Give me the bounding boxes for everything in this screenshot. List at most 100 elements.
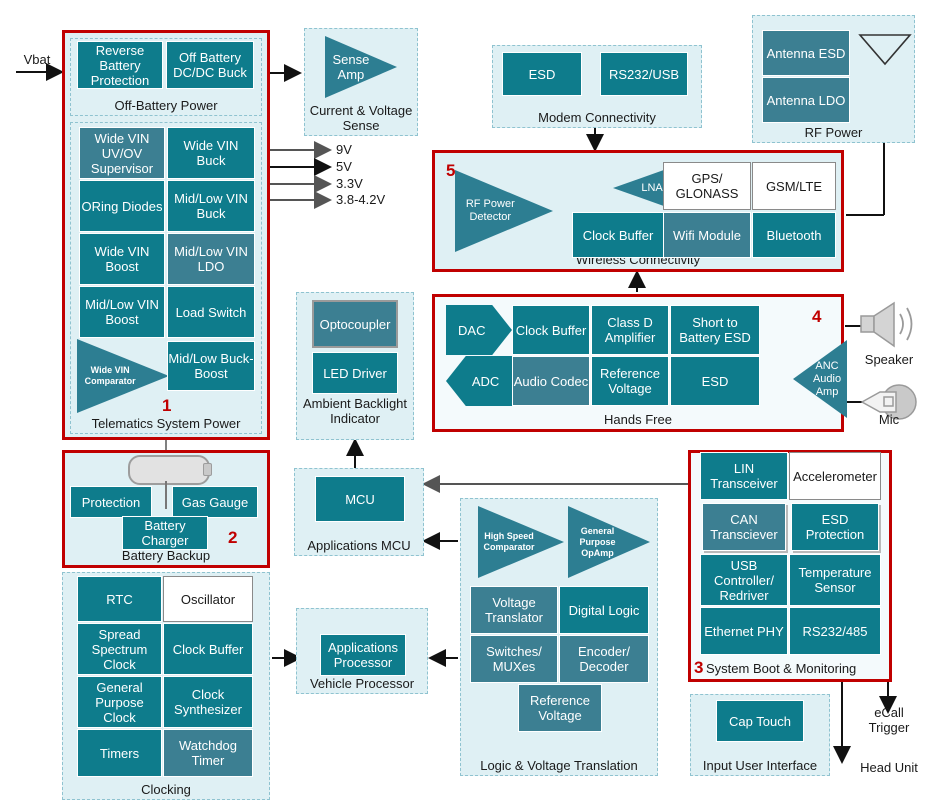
- block-clock-buffer-wireless[interactable]: Clock Buffer: [572, 212, 664, 258]
- block-antenna-ldo[interactable]: Antenna LDO: [762, 77, 850, 123]
- amp-wide-vin-comparator-label: Wide VIN Comparator: [84, 365, 136, 386]
- block-watchdog-timer[interactable]: Watchdog Timer: [163, 729, 253, 777]
- speaker-icon: [860, 301, 913, 348]
- block-wide-vin-uv-ov-supervisor[interactable]: Wide VIN UV/OV Supervisor: [79, 127, 165, 179]
- group-off-battery-power-label: Off-Battery Power: [114, 98, 218, 113]
- block-battery-charger[interactable]: Battery Charger: [122, 516, 208, 550]
- block-adc-label: ADC: [471, 373, 500, 389]
- amp-sense-amp[interactable]: Sense Amp: [325, 36, 397, 98]
- block-applications-processor[interactable]: Applications Processor: [320, 634, 406, 676]
- telematics-block-diagram: Vbat Off-Battery Power Reverse Battery P…: [0, 0, 927, 811]
- group-clocking-label: Clocking: [141, 782, 191, 797]
- block-encoder-decoder[interactable]: Encoder/ Decoder: [559, 635, 649, 683]
- block-reference-voltage-logic[interactable]: Reference Voltage: [518, 684, 602, 732]
- rail-label-9v: 9V: [336, 142, 352, 157]
- block-clock-buffer-clocking[interactable]: Clock Buffer: [163, 623, 253, 675]
- amp-wide-vin-comparator[interactable]: Wide VIN Comparator: [77, 339, 169, 413]
- block-rs232-485[interactable]: RS232/485: [789, 607, 881, 655]
- block-esd-handsfree[interactable]: ESD: [670, 356, 760, 406]
- amp-anc-audio-amp[interactable]: ANC Audio Amp: [793, 340, 847, 418]
- amp-general-purpose-opamp[interactable]: General Purpose OpAmp: [568, 506, 650, 578]
- marker-number-3: 3: [694, 658, 704, 677]
- block-voltage-translator[interactable]: Voltage Translator: [470, 586, 558, 634]
- rail-label-3v3: 3.3V: [336, 176, 363, 191]
- group-vehicle-processor-label: Vehicle Processor: [309, 676, 415, 691]
- amp-general-purpose-opamp-label: General Purpose OpAmp: [579, 525, 616, 558]
- block-mid-low-vin-boost[interactable]: Mid/Low VIN Boost: [79, 286, 165, 338]
- marker-number-4: 4: [812, 307, 822, 326]
- amp-rf-power-detector[interactable]: RF Power Detector: [455, 170, 553, 252]
- amp-high-speed-comparator[interactable]: High Speed Comparator: [478, 506, 564, 578]
- block-usb-controller-redriver[interactable]: USB Controller/ Redriver: [700, 554, 788, 606]
- block-class-d-amplifier[interactable]: Class D Amplifier: [591, 305, 669, 355]
- block-timers[interactable]: Timers: [77, 729, 162, 777]
- block-lin-transceiver[interactable]: LIN Transceiver: [700, 452, 788, 500]
- block-rs232-usb[interactable]: RS232/USB: [600, 52, 688, 96]
- block-oscillator[interactable]: Oscillator: [163, 576, 253, 622]
- marker-number-2: 2: [228, 528, 238, 547]
- amp-anc-audio-amp-label: ANC Audio Amp: [812, 359, 842, 398]
- block-wifi-module[interactable]: Wifi Module: [663, 212, 751, 258]
- block-temperature-sensor[interactable]: Temperature Sensor: [789, 554, 881, 606]
- block-gps-glonass[interactable]: GPS/ GLONASS: [663, 162, 751, 210]
- block-wide-vin-boost[interactable]: Wide VIN Boost: [79, 233, 165, 285]
- block-accelerometer[interactable]: Accelerometer: [789, 452, 881, 500]
- battery-cell-icon: [128, 455, 210, 485]
- block-ethernet-phy[interactable]: Ethernet PHY: [700, 607, 788, 655]
- block-oring-diodes[interactable]: ORing Diodes: [79, 180, 165, 232]
- group-hands-free-label: Hands Free: [604, 412, 672, 427]
- amp-rf-power-detector-label: RF Power Detector: [465, 198, 515, 223]
- block-mid-low-vin-ldo[interactable]: Mid/Low VIN LDO: [167, 233, 255, 285]
- block-audio-codec[interactable]: Audio Codec: [512, 356, 590, 406]
- block-dac-label: DAC: [458, 322, 486, 338]
- block-esd-modem[interactable]: ESD: [502, 52, 582, 96]
- block-spread-spectrum-clock[interactable]: Spread Spectrum Clock: [77, 623, 162, 675]
- block-gsm-lte[interactable]: GSM/LTE: [752, 162, 836, 210]
- group-system-boot-label: System Boot & Monitoring: [706, 661, 857, 676]
- block-bluetooth[interactable]: Bluetooth: [752, 212, 836, 258]
- group-applications-mcu-label: Applications MCU: [307, 538, 411, 553]
- block-digital-logic[interactable]: Digital Logic: [559, 586, 649, 634]
- block-clock-synthesizer[interactable]: Clock Synthesizer: [163, 676, 253, 728]
- group-input-user-interface-label: Input User Interface: [702, 758, 818, 773]
- speaker-label: Speaker: [864, 352, 914, 367]
- block-adc[interactable]: ADC: [446, 356, 512, 406]
- group-current-voltage-sense-label: Current & Voltage Sense: [309, 103, 413, 133]
- battery-connector-line: [165, 481, 167, 509]
- block-mcu[interactable]: MCU: [315, 476, 405, 522]
- block-switches-muxes[interactable]: Switches/ MUXes: [470, 635, 558, 683]
- battery-terminal-icon: [203, 463, 212, 476]
- rail-label-38-42v: 3.8-4.2V: [336, 192, 386, 207]
- block-mid-low-vin-buck[interactable]: Mid/Low VIN Buck: [167, 180, 255, 232]
- block-dac[interactable]: DAC: [446, 305, 512, 355]
- block-short-to-battery-esd[interactable]: Short to Battery ESD: [670, 305, 760, 355]
- block-protection[interactable]: Protection: [70, 486, 152, 518]
- group-ambient-backlight-label: Ambient Backlight Indicator: [302, 396, 408, 426]
- group-rf-power-label: RF Power: [804, 125, 863, 140]
- block-off-battery-dcdc-buck[interactable]: Off Battery DC/DC Buck: [166, 41, 254, 89]
- block-cap-touch[interactable]: Cap Touch: [716, 700, 804, 742]
- block-mid-low-buck-boost[interactable]: Mid/Low Buck-Boost: [167, 341, 255, 391]
- block-led-driver[interactable]: LED Driver: [312, 352, 398, 394]
- block-general-purpose-clock[interactable]: General Purpose Clock: [77, 676, 162, 728]
- amp-lna-label: LNA: [641, 181, 663, 194]
- block-rtc[interactable]: RTC: [77, 576, 162, 622]
- group-modem-connectivity-label: Modem Connectivity: [538, 110, 656, 125]
- block-reverse-battery-protection[interactable]: Reverse Battery Protection: [77, 41, 163, 89]
- rail-label-5v: 5V: [336, 159, 352, 174]
- block-esd-protection[interactable]: ESD Protection: [791, 503, 879, 551]
- block-reference-voltage-handsfree[interactable]: Reference Voltage: [591, 356, 669, 406]
- block-wide-vin-buck[interactable]: Wide VIN Buck: [167, 127, 255, 179]
- amp-sense-amp-label: Sense Amp: [332, 52, 370, 82]
- group-logic-voltage-translation-label: Logic & Voltage Translation: [480, 758, 638, 773]
- block-optocoupler[interactable]: Optocoupler: [312, 300, 398, 348]
- head-unit-label: Head Unit: [860, 760, 918, 775]
- group-telematics-label: Telematics System Power: [91, 416, 241, 431]
- amp-high-speed-comparator-label: High Speed Comparator: [483, 531, 535, 552]
- block-antenna-esd[interactable]: Antenna ESD: [762, 30, 850, 76]
- block-load-switch[interactable]: Load Switch: [167, 286, 255, 338]
- block-gas-gauge[interactable]: Gas Gauge: [172, 486, 258, 518]
- block-clock-buffer-handsfree[interactable]: Clock Buffer: [512, 305, 590, 355]
- mic-label: Mic: [878, 412, 900, 427]
- block-can-transceiver[interactable]: CAN Transciever: [702, 503, 786, 551]
